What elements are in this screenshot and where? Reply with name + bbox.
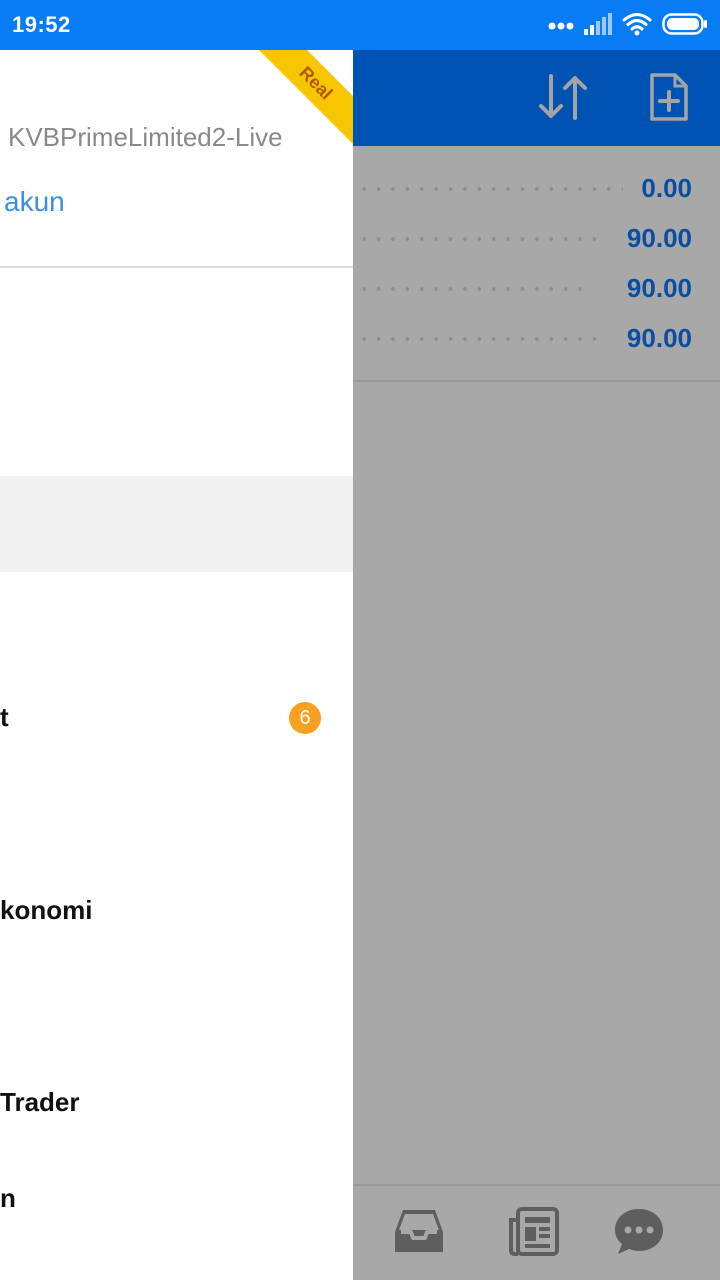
drawer-item-more[interactable]: n xyxy=(0,1183,16,1214)
list-item: 90.00 xyxy=(353,213,720,263)
navigation-drawer: Real KVBPrimeLimited2-Live akun t 6 kono… xyxy=(0,50,353,1280)
unread-count-badge: 6 xyxy=(289,702,321,734)
list-item: 90.00 xyxy=(353,263,720,313)
wifi-icon xyxy=(622,12,652,41)
drawer-item-label: Trader xyxy=(0,1087,80,1117)
leader-dots xyxy=(357,337,607,341)
drawer-item-mail[interactable]: t xyxy=(0,702,9,733)
chat-icon[interactable] xyxy=(613,1206,665,1261)
list-item: 90.00 xyxy=(353,313,720,363)
server-name: KVBPrimeLimited2-Live xyxy=(8,122,283,152)
inbox-icon[interactable] xyxy=(393,1208,445,1259)
status-bar: 19:52 xyxy=(0,0,720,50)
drawer-divider xyxy=(0,266,353,268)
status-icons xyxy=(548,12,708,41)
leader-dots xyxy=(357,287,593,291)
drawer-item-label: konomi xyxy=(0,895,93,925)
new-document-icon[interactable] xyxy=(649,72,689,127)
drawer-item-selected[interactable] xyxy=(0,476,353,572)
leader-dots xyxy=(357,237,607,241)
drawer-item-label: n xyxy=(0,1183,16,1213)
leader-dots xyxy=(357,187,623,191)
app-body: 0.00 90.00 90.00 90.00 xyxy=(353,146,720,1184)
content-divider xyxy=(353,380,720,382)
battery-icon xyxy=(662,13,708,40)
manage-account-link[interactable]: akun xyxy=(4,186,65,218)
drawer-item-traders-community[interactable]: Trader xyxy=(0,1087,80,1118)
value-text: 90.00 xyxy=(626,273,692,303)
cell-signal-icon xyxy=(584,13,612,40)
app-screen: 19:52 0.00 90.00 90.00 90.00 Real KVBPri… xyxy=(0,0,720,1280)
drawer-item-economic-calendar[interactable]: konomi xyxy=(0,895,92,926)
bottom-tab-bar xyxy=(353,1184,720,1280)
sort-arrows-icon[interactable] xyxy=(537,72,589,127)
value-text: 90.00 xyxy=(626,223,692,253)
value-text: 0.00 xyxy=(641,173,692,203)
value-text: 90.00 xyxy=(626,323,692,353)
drawer-item-label: t xyxy=(0,702,9,732)
status-time: 19:52 xyxy=(12,12,71,37)
news-icon[interactable] xyxy=(508,1206,560,1263)
app-header xyxy=(353,50,720,146)
list-item: 0.00 xyxy=(353,163,720,213)
signal-dots-icon xyxy=(548,18,574,36)
